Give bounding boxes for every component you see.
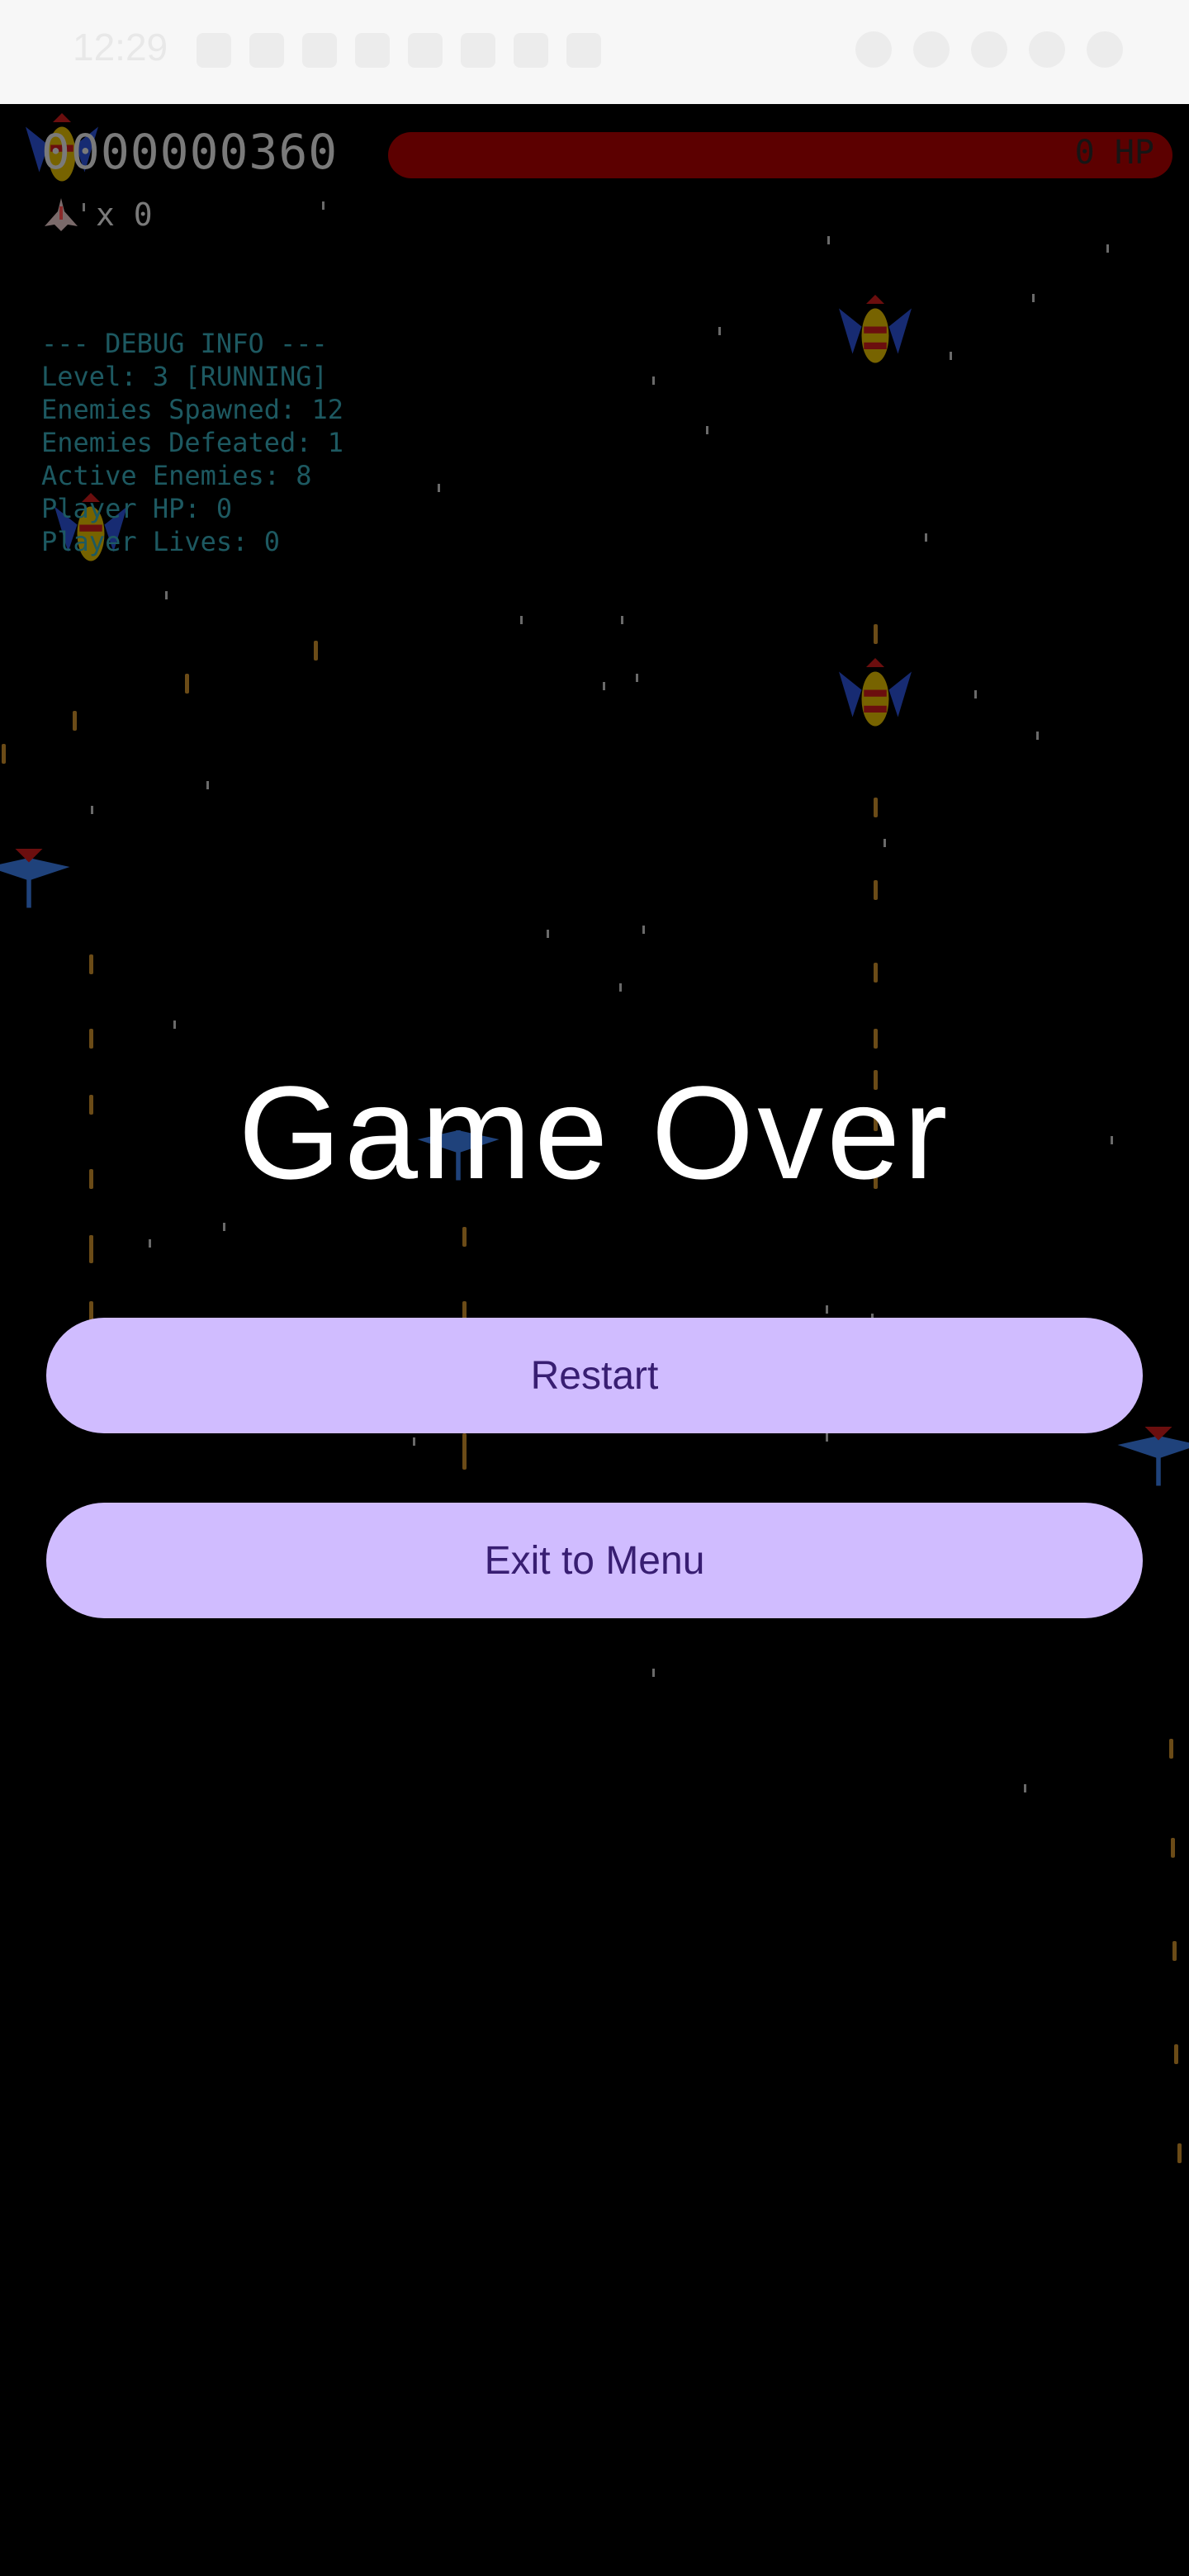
star (621, 616, 623, 624)
star (652, 1669, 655, 1677)
star (413, 1437, 415, 1446)
debug-active-enemies: Active Enemies: 8 (41, 460, 312, 491)
notification-icon (197, 33, 231, 68)
star (826, 1433, 828, 1442)
bullet (874, 963, 878, 983)
notification-icon (355, 33, 390, 68)
bullet (874, 624, 878, 644)
bullet (1171, 1838, 1175, 1858)
star (950, 352, 952, 360)
star (438, 484, 440, 492)
bullet (1177, 2143, 1182, 2163)
hp-bar: 0 HP (388, 132, 1172, 178)
bullet (89, 1029, 93, 1049)
bullet (89, 1243, 93, 1263)
score-counter: 0000000360 (41, 124, 339, 180)
star (1032, 294, 1035, 302)
star (718, 327, 721, 335)
status-bar: 12:29 (0, 0, 1189, 104)
enemy-bee-icon (839, 295, 912, 363)
notification-icon (566, 33, 601, 68)
star (223, 1223, 225, 1231)
debug-enemies-spawned: Enemies Spawned: 12 (41, 394, 344, 425)
mute-icon (913, 31, 950, 68)
star (1024, 1784, 1026, 1792)
star (925, 533, 927, 542)
star (165, 591, 168, 599)
bullet (2, 744, 6, 764)
star (1036, 732, 1039, 740)
debug-level: Level: 3 [RUNNING] (41, 361, 328, 392)
star (206, 781, 209, 789)
restart-button[interactable]: Restart (46, 1318, 1143, 1433)
notification-icons (197, 33, 601, 68)
notification-icon (249, 33, 284, 68)
enemy-butterfly-icon (1117, 1427, 1189, 1486)
debug-player-lives: Player Lives: 0 (41, 526, 280, 557)
alarm-icon (855, 31, 892, 68)
debug-enemies-defeated: Enemies Defeated: 1 (41, 427, 344, 458)
debug-player-hp: Player HP: 0 (41, 493, 233, 524)
star (642, 926, 645, 934)
battery-icon (1087, 31, 1123, 68)
star (636, 674, 638, 682)
bullet (89, 954, 93, 974)
star (1106, 244, 1109, 253)
bullet (73, 711, 77, 731)
star (547, 930, 549, 938)
star (91, 806, 93, 814)
star (706, 426, 708, 434)
bullet (462, 1450, 467, 1470)
star (827, 236, 830, 244)
star (826, 1305, 828, 1314)
system-icons (855, 31, 1123, 68)
enemy-butterfly-icon (0, 849, 70, 908)
bullet (185, 674, 189, 694)
star (619, 983, 622, 992)
notification-icon (408, 33, 443, 68)
enemy-bee-icon (839, 658, 912, 727)
bullet (874, 1029, 878, 1049)
wifi-icon (971, 31, 1007, 68)
star (974, 690, 977, 698)
game-over-title: Game Over (238, 1058, 951, 1206)
lives-count: x 0 (96, 197, 153, 233)
star (149, 1239, 151, 1248)
star (520, 616, 523, 624)
bullet (1169, 1739, 1173, 1759)
exit-to-menu-button[interactable]: Exit to Menu (46, 1503, 1143, 1618)
lives-indicator: x 0 (41, 197, 153, 233)
debug-info-panel: --- DEBUG INFO --- Level: 3 [RUNNING] En… (41, 327, 343, 558)
bullet (874, 798, 878, 817)
notification-icon (514, 33, 548, 68)
status-time: 12:29 (73, 26, 168, 69)
star (652, 376, 655, 385)
star (173, 1020, 176, 1029)
notification-icon (461, 33, 495, 68)
signal-icon (1029, 31, 1065, 68)
bullet (874, 880, 878, 900)
star (322, 201, 324, 210)
star (883, 839, 886, 847)
player-ship-icon (45, 198, 78, 231)
hp-label: 0 HP (1074, 134, 1154, 172)
debug-header: --- DEBUG INFO --- (41, 328, 328, 359)
star (603, 682, 605, 690)
bullet (462, 1227, 467, 1247)
bullet (314, 641, 318, 661)
notification-icon (302, 33, 337, 68)
bullet (1174, 2044, 1178, 2064)
bullet (1172, 1941, 1177, 1961)
